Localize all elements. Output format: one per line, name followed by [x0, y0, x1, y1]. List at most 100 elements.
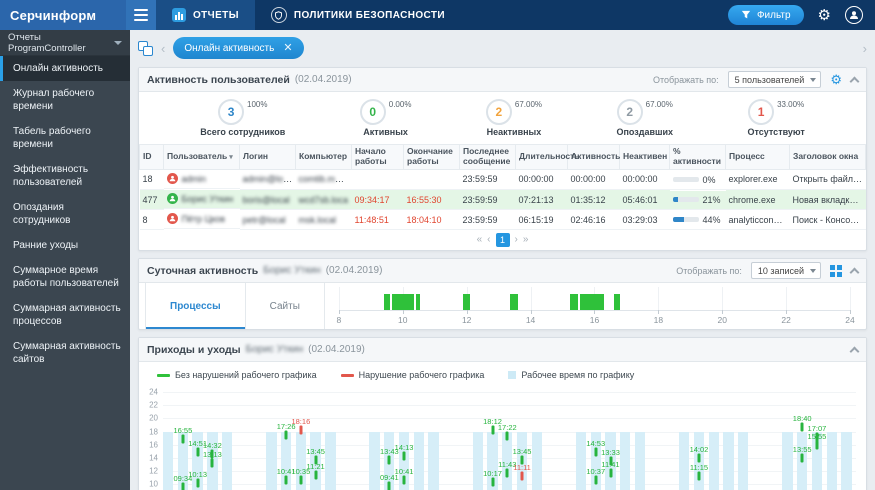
timeline-tick	[338, 310, 340, 315]
cell-user: Пётр Цков	[163, 210, 240, 229]
sidebar-item[interactable]: Эффективность пользователей	[0, 157, 130, 195]
summary-circle: 0	[359, 99, 386, 125]
arrival-marker	[284, 475, 288, 485]
collapse-chevron-icon[interactable]	[849, 267, 860, 277]
users-activity-panel: Активность пользователей (02.04.2019) От…	[138, 67, 867, 252]
chevron-down-icon	[114, 40, 122, 45]
column-header[interactable]: Логин	[239, 144, 296, 170]
settings-gear-icon[interactable]: ⚙	[818, 8, 831, 23]
panel-settings-gear-icon[interactable]: ⚙	[830, 73, 842, 86]
departure-marker	[314, 455, 318, 464]
nav-tab-security-policies[interactable]: ПОЛИТИКИ БЕЗОПАСНОСТИ	[255, 0, 461, 30]
report-tab-strip: ‹ Онлайн активность ✕ ›	[138, 36, 867, 60]
cell-computer: wcd7sb.loca	[295, 189, 352, 211]
sidebar-item[interactable]: Ранние уходы	[0, 233, 130, 258]
column-header[interactable]: Активность	[567, 144, 620, 170]
departure-marker	[800, 422, 804, 432]
column-header[interactable]: Длительность	[515, 144, 580, 170]
departure-marker	[402, 451, 406, 461]
table-row[interactable]: 477 Борис Уткин boris@local wcd7sb.loca 09:3…	[139, 189, 866, 211]
panel-date: (02.04.2019)	[308, 344, 365, 356]
prev-page-icon[interactable]: ‹	[487, 235, 490, 245]
column-header[interactable]: ID	[139, 144, 164, 170]
timeline-hour-label: 22	[781, 315, 791, 326]
records-per-page-value: 10 записей	[757, 265, 804, 276]
app-window: Серчинформ ОТЧЕТЫ ПОЛИТИКИ БЕЗОПАСНОСТИ Ф…	[0, 0, 875, 490]
collapse-chevron-icon[interactable]	[849, 346, 860, 356]
layers-icon[interactable]	[138, 40, 153, 56]
cell-inactive: 05:46:01	[619, 189, 670, 211]
tab-scroll-left-icon[interactable]: ‹	[161, 42, 165, 55]
timeline-gridline	[658, 287, 660, 311]
sidebar-item[interactable]: Журнал рабочего времени	[0, 81, 130, 119]
last-page-icon[interactable]: »	[523, 235, 529, 245]
legend-swatch	[340, 373, 354, 377]
page-number[interactable]: 1	[495, 233, 510, 248]
departure-time-label: 13:45	[306, 446, 325, 456]
chart-gridline	[163, 418, 856, 420]
timeline-gridline	[530, 287, 532, 311]
pagination: « ‹ 1 › »	[139, 230, 866, 250]
schedule-band	[369, 431, 380, 490]
column-header[interactable]: Процесс	[725, 144, 790, 170]
close-icon[interactable]: ✕	[283, 42, 292, 54]
sidebar-item[interactable]: Суммарная активность процессов	[0, 296, 130, 334]
daily-tab-sites[interactable]: Сайты	[246, 283, 325, 330]
daily-tab-processes[interactable]: Процессы	[145, 283, 246, 330]
report-type-selector[interactable]: Отчеты ProgramController	[0, 30, 130, 56]
hamburger-menu-icon[interactable]	[126, 0, 156, 30]
filter-button[interactable]: Фильтр	[727, 5, 804, 25]
nav-tab-reports[interactable]: ОТЧЕТЫ	[156, 0, 255, 30]
cell-id: 18	[139, 169, 164, 191]
column-header[interactable]: Пользователь ▾	[163, 144, 240, 170]
sidebar-item[interactable]: Суммарная активность сайтов	[0, 334, 130, 372]
departure-marker	[815, 432, 819, 442]
cell-duration: 00:00:00	[515, 169, 568, 191]
departure-time-label: 18:40	[792, 414, 812, 424]
timeline-tick	[594, 310, 596, 315]
summary-item: 1 33.00% Отсутствуют	[747, 99, 805, 137]
collapse-chevron-icon[interactable]	[849, 76, 860, 86]
timeline-tick	[530, 310, 532, 315]
sidebar-item[interactable]: Табель рабочего времени	[0, 119, 130, 157]
column-header[interactable]: Неактивен	[619, 144, 670, 170]
user-avatar-icon	[166, 193, 178, 205]
departure-time-label: 16:55	[173, 425, 193, 435]
schedule-band	[266, 431, 277, 490]
column-header[interactable]: Последнее сообщение	[459, 144, 516, 170]
column-header[interactable]: % активности	[669, 144, 726, 170]
sidebar-item[interactable]: Онлайн активность	[0, 56, 130, 81]
sidebar-item[interactable]: Опоздания сотрудников	[0, 195, 130, 233]
user-account-icon[interactable]	[845, 6, 863, 24]
tab-scroll-right-icon[interactable]: ›	[863, 42, 867, 55]
chevron-down-icon	[810, 78, 817, 82]
user-avatar-icon	[166, 213, 178, 225]
activity-segment	[415, 294, 421, 311]
activity-percent-text: 0%	[702, 174, 716, 185]
activity-percent-text: 21%	[702, 194, 721, 205]
timeline-gridline	[786, 287, 788, 311]
departure-time-label: 14:32	[203, 441, 222, 451]
users-per-page-select[interactable]: 5 пользователей	[727, 71, 822, 88]
grid-view-icon[interactable]	[830, 264, 842, 277]
summary-percent: 0.00%	[388, 100, 412, 109]
next-page-icon[interactable]: ›	[515, 235, 518, 245]
shield-icon	[270, 7, 287, 23]
cell-end: 16:55:30	[403, 189, 460, 211]
column-header[interactable]: Окончание работы	[403, 144, 460, 170]
timeline-hour-label: 20	[717, 315, 727, 326]
timeline-gridline	[338, 287, 340, 311]
column-header[interactable]: Компьютер	[295, 144, 352, 170]
schedule-band	[723, 431, 734, 490]
column-header[interactable]: Заголовок окна	[789, 144, 866, 170]
activity-bar	[672, 217, 699, 223]
first-page-icon[interactable]: «	[477, 235, 483, 245]
column-header[interactable]: Начало работы	[351, 144, 404, 170]
schedule-band	[472, 431, 483, 490]
table-row[interactable]: 8 Пётр Цков petr@local msk.local 11:48:51 18:…	[139, 209, 866, 231]
records-per-page-select[interactable]: 10 записей	[750, 262, 821, 280]
open-report-tab[interactable]: Онлайн активность ✕	[173, 37, 304, 59]
sidebar-item[interactable]: Суммарное время работы пользователей	[0, 258, 130, 296]
timeline-tick	[466, 310, 468, 315]
table-row[interactable]: 18 admin admin@localcomtib.msi.local 23:59:…	[139, 169, 866, 191]
